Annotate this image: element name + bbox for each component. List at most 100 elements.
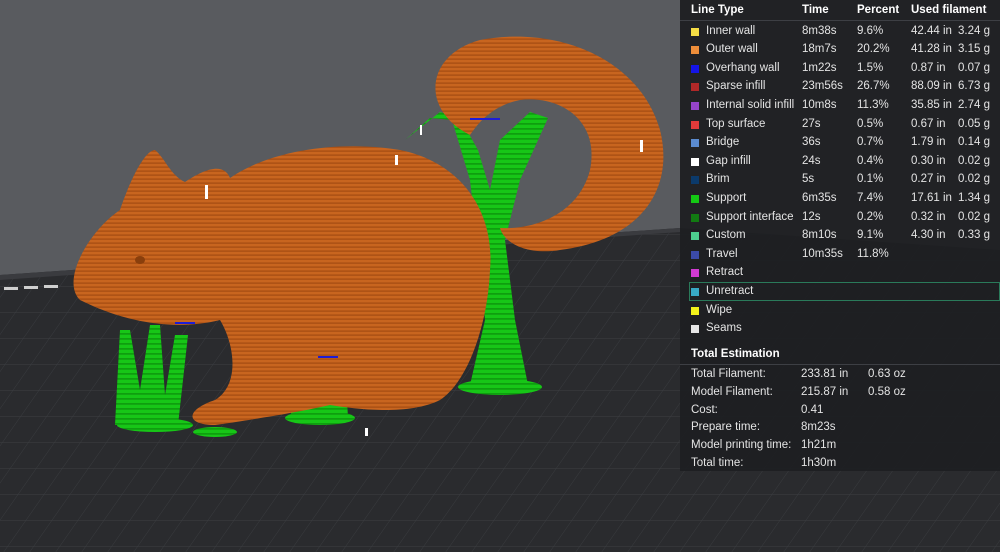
header-line-type: Line Type <box>691 4 744 16</box>
total-row: Cost: 0.41 <box>680 403 1000 421</box>
filament-length-value: 0.27 in <box>911 173 946 186</box>
total-value-secondary: 0.63 oz <box>868 368 906 380</box>
legend-row-outer-wall[interactable]: Outer wall 18m7s 20.2% 41.28 in 3.15 g <box>680 41 1000 60</box>
legend-panel: Line Type Time Percent Used filament Inn… <box>680 0 1000 471</box>
legend-row-inner-wall[interactable]: Inner wall 8m38s 9.6% 42.44 in 3.24 g <box>680 22 1000 41</box>
total-label: Model Filament: <box>691 385 773 398</box>
legend-row-bridge[interactable]: Bridge 36s 0.7% 1.79 in 0.14 g <box>680 134 1000 153</box>
legend-row-sparse-infill[interactable]: Sparse infill 23m56s 26.7% 88.09 in 6.73 g <box>680 78 1000 97</box>
color-swatch-icon <box>691 64 699 73</box>
color-swatch-icon <box>691 176 699 185</box>
color-swatch-icon <box>691 46 699 55</box>
time-value: 5s <box>802 173 815 186</box>
line-type-label: Support interface <box>706 210 794 223</box>
time-value: 10m35s <box>802 247 843 260</box>
support-base-small <box>193 427 237 437</box>
time-value: 6m35s <box>802 191 837 204</box>
time-value: 24s <box>802 154 821 167</box>
filament-length-value: 1.79 in <box>911 136 946 149</box>
legend-row-support[interactable]: Support 6m35s 7.4% 17.61 in 1.34 g <box>680 189 1000 208</box>
legend-row-custom[interactable]: Custom 8m10s 9.1% 4.30 in 0.33 g <box>680 227 1000 246</box>
percent-value: 11.8% <box>857 247 889 260</box>
header-used-filament: Used filament <box>911 4 987 16</box>
legend-row-retract[interactable]: Retract <box>680 264 1000 283</box>
percent-value: 1.5% <box>857 61 884 74</box>
line-type-label: Inner wall <box>706 24 756 37</box>
header-percent: Percent <box>857 4 900 16</box>
line-type-label: Retract <box>706 266 744 279</box>
color-swatch-icon <box>691 157 699 166</box>
total-row: Prepare time: 8m23s <box>680 420 1000 438</box>
filament-length-value: 0.32 in <box>911 210 946 223</box>
filament-weight-value: 0.02 g <box>958 154 990 167</box>
filament-weight-value: 2.74 g <box>958 98 990 111</box>
percent-value: 0.4% <box>857 154 884 167</box>
time-value: 1m22s <box>802 61 837 74</box>
total-divider <box>680 364 1000 365</box>
filament-length-value: 17.61 in <box>911 191 952 204</box>
total-value-primary: 8m23s <box>801 421 836 434</box>
color-swatch-icon <box>691 213 699 222</box>
percent-value: 20.2% <box>857 43 890 56</box>
filament-length-value: 0.67 in <box>911 117 946 130</box>
legend-row-gap-infill[interactable]: Gap infill 24s 0.4% 0.30 in 0.02 g <box>680 152 1000 171</box>
time-value: 8m10s <box>802 229 837 242</box>
line-type-label: Top surface <box>706 117 766 130</box>
percent-value: 0.2% <box>857 210 884 223</box>
time-value: 8m38s <box>802 24 837 37</box>
percent-value: 11.3% <box>857 98 889 111</box>
total-row: Total Filament: 233.81 in 0.63 oz <box>680 367 1000 385</box>
filament-weight-value: 0.02 g <box>958 210 990 223</box>
filament-weight-value: 3.15 g <box>958 43 990 56</box>
total-row: Model printing time: 1h21m <box>680 438 1000 456</box>
total-estimation-title: Total Estimation <box>691 348 780 360</box>
color-swatch-icon <box>691 194 699 203</box>
percent-value: 7.4% <box>857 191 884 204</box>
filament-weight-value: 0.05 g <box>958 117 990 130</box>
color-swatch-icon <box>691 269 699 278</box>
total-value-primary: 0.41 <box>801 403 824 416</box>
percent-value: 9.6% <box>857 24 884 37</box>
legend-row-unretract[interactable]: Unretract <box>689 282 1000 301</box>
time-value: 12s <box>802 210 821 223</box>
header-time: Time <box>802 4 829 16</box>
color-swatch-icon <box>691 83 699 92</box>
total-row: Model Filament: 215.87 in 0.58 oz <box>680 385 1000 403</box>
filament-weight-value: 1.34 g <box>958 191 990 204</box>
color-swatch-icon <box>691 250 699 259</box>
line-type-label: Custom <box>706 229 746 242</box>
legend-row-support-interface[interactable]: Support interface 12s 0.2% 0.32 in 0.02 g <box>680 208 1000 227</box>
total-value-primary: 215.87 in <box>801 385 849 398</box>
filament-weight-value: 0.14 g <box>958 136 990 149</box>
header-divider <box>680 20 1000 21</box>
legend-row-travel[interactable]: Travel 10m35s 11.8% <box>680 245 1000 264</box>
legend-row-brim[interactable]: Brim 5s 0.1% 0.27 in 0.02 g <box>680 171 1000 190</box>
legend-row-top-surface[interactable]: Top surface 27s 0.5% 0.67 in 0.05 g <box>680 115 1000 134</box>
line-type-label: Seams <box>706 322 742 335</box>
line-type-label: Support <box>706 191 747 204</box>
total-label: Cost: <box>691 403 718 416</box>
legend-row-seams[interactable]: Seams <box>680 320 1000 339</box>
total-value-primary: 1h30m <box>801 457 837 469</box>
total-label: Total Filament: <box>691 368 766 380</box>
total-label: Total time: <box>691 457 744 469</box>
total-label: Model printing time: <box>691 439 792 452</box>
line-type-label: Outer wall <box>706 43 758 56</box>
squirrel-eye <box>135 256 145 264</box>
color-swatch-icon <box>691 232 699 241</box>
color-swatch-icon <box>691 287 699 296</box>
legend-row-internal-solid-infill[interactable]: Internal solid infill 10m8s 11.3% 35.85 in 2… <box>680 96 1000 115</box>
filament-weight-value: 0.33 g <box>958 229 990 242</box>
filament-length-value: 41.28 in <box>911 43 952 56</box>
color-swatch-icon <box>691 306 699 315</box>
filament-weight-value: 0.02 g <box>958 173 990 186</box>
color-swatch-icon <box>691 139 699 148</box>
total-value-primary: 1h21m <box>801 439 837 452</box>
line-type-label: Gap infill <box>706 154 751 167</box>
percent-value: 0.5% <box>857 117 884 130</box>
legend-row-wipe[interactable]: Wipe <box>680 301 1000 320</box>
legend-row-overhang-wall[interactable]: Overhang wall 1m22s 1.5% 0.87 in 0.07 g <box>680 59 1000 78</box>
filament-weight-value: 0.07 g <box>958 61 990 74</box>
line-type-label: Bridge <box>706 136 740 149</box>
filament-length-value: 0.30 in <box>911 154 946 167</box>
